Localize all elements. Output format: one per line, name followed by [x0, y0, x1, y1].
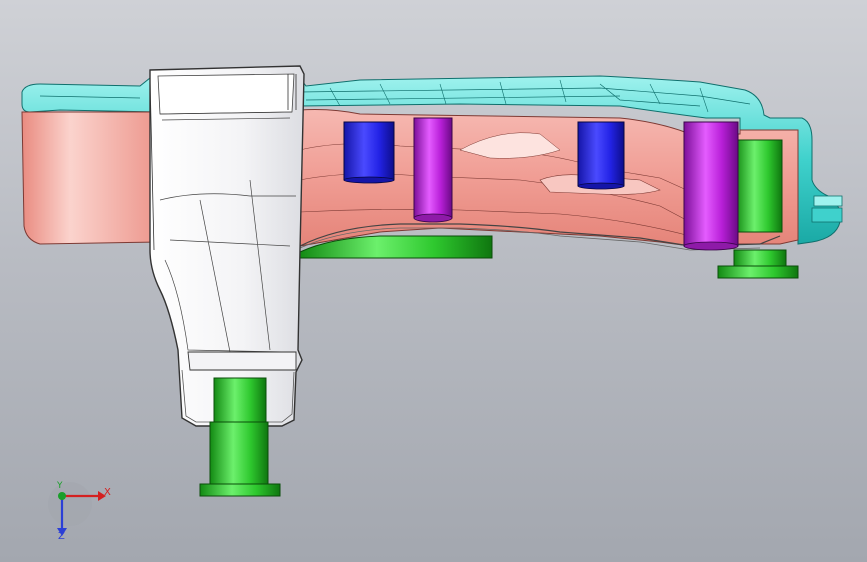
tank-body[interactable]	[21, 109, 799, 251]
axis-x-label: X	[104, 487, 111, 498]
axis-y-label: Y	[57, 481, 63, 491]
axis-z-label: Z	[58, 531, 65, 542]
cylinder-blue[interactable]	[343, 121, 395, 184]
cad-model[interactable]	[0, 0, 867, 562]
graphics-viewport[interactable]: X Y Z	[0, 0, 867, 562]
cylinder-blue[interactable]	[577, 121, 625, 190]
cylinder-magenta[interactable]	[683, 121, 739, 251]
coordinate-triad: X Y Z	[40, 478, 120, 548]
cylinder-magenta[interactable]	[413, 117, 453, 223]
bracket[interactable]	[149, 65, 305, 427]
